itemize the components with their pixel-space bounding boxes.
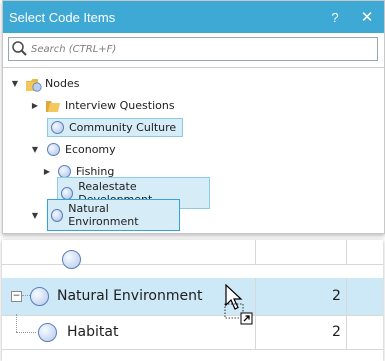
table-row[interactable]: Habitat 2 [2,314,383,350]
tree-label-natural-environment: Natural Environment [68,202,139,228]
tree-node-partial [63,228,81,233]
collapse-arrow-icon[interactable]: ▼ [29,145,41,154]
row-count: 2 [332,288,341,304]
expand-arrow-icon[interactable]: ▶ [29,101,41,110]
node-circle-icon [51,120,64,134]
close-button[interactable]: ✕ [350,8,384,26]
tree-label-economy: Economy [65,142,116,156]
tree-node-natural-environment[interactable]: ▼ Natural Environment [29,199,180,231]
tree-node-interview-questions[interactable]: ▶ Interview Questions [29,94,175,116]
collapse-toggle-icon[interactable]: − [11,291,22,302]
tree-label-fishing: Fishing [76,164,115,178]
table-row-partial [2,240,383,269]
title-bar: Select Code Items ? ✕ [3,1,384,33]
node-circle-icon [38,323,57,342]
selection-highlight: Natural Environment [47,199,180,231]
tree-label-community-culture: Community Culture [69,120,177,134]
search-input[interactable] [31,43,331,55]
tree-line [16,314,17,332]
divider [3,67,384,68]
tree-label-nodes: Nodes [45,76,80,90]
row-name: Natural Environment [57,288,203,304]
drag-cursor-icon [224,283,260,330]
node-circle-icon [58,164,71,178]
node-circle-icon [51,208,64,222]
tree-node-community-culture[interactable]: Community Culture [47,116,183,138]
selection-highlight: Community Culture [47,117,183,137]
tree-label-interview-questions: Interview Questions [65,98,175,112]
table-row[interactable]: − Natural Environment 2 [2,278,383,316]
node-circle-icon [47,142,60,156]
search-box[interactable] [8,37,378,61]
row-name: Habitat [67,324,119,340]
tree-node-economy[interactable]: ▼ Economy [29,138,116,160]
collapse-arrow-icon[interactable]: ▼ [29,211,41,220]
node-circle-icon [30,287,49,306]
node-circle-icon [62,250,81,269]
tree-node-nodes[interactable]: ▼ Nodes [9,72,79,94]
row-count: 2 [332,324,341,340]
collapse-arrow-icon[interactable]: ▼ [9,79,21,88]
search-icon [9,38,31,60]
node-circle-icon [61,186,74,200]
dialog-title: Select Code Items [9,9,116,25]
code-grid: − Natural Environment 2 Habitat 2 [2,240,383,361]
tree-line [22,295,30,296]
folder-icon [45,100,61,112]
tree-line [16,332,36,333]
node-circle-icon [63,232,76,233]
expand-arrow-icon[interactable]: ▶ [41,167,53,176]
nodes-folder-icon [25,78,42,92]
help-button[interactable]: ? [320,10,350,25]
select-code-items-dialog: Select Code Items ? ✕ ▼ Nodes [2,0,385,234]
